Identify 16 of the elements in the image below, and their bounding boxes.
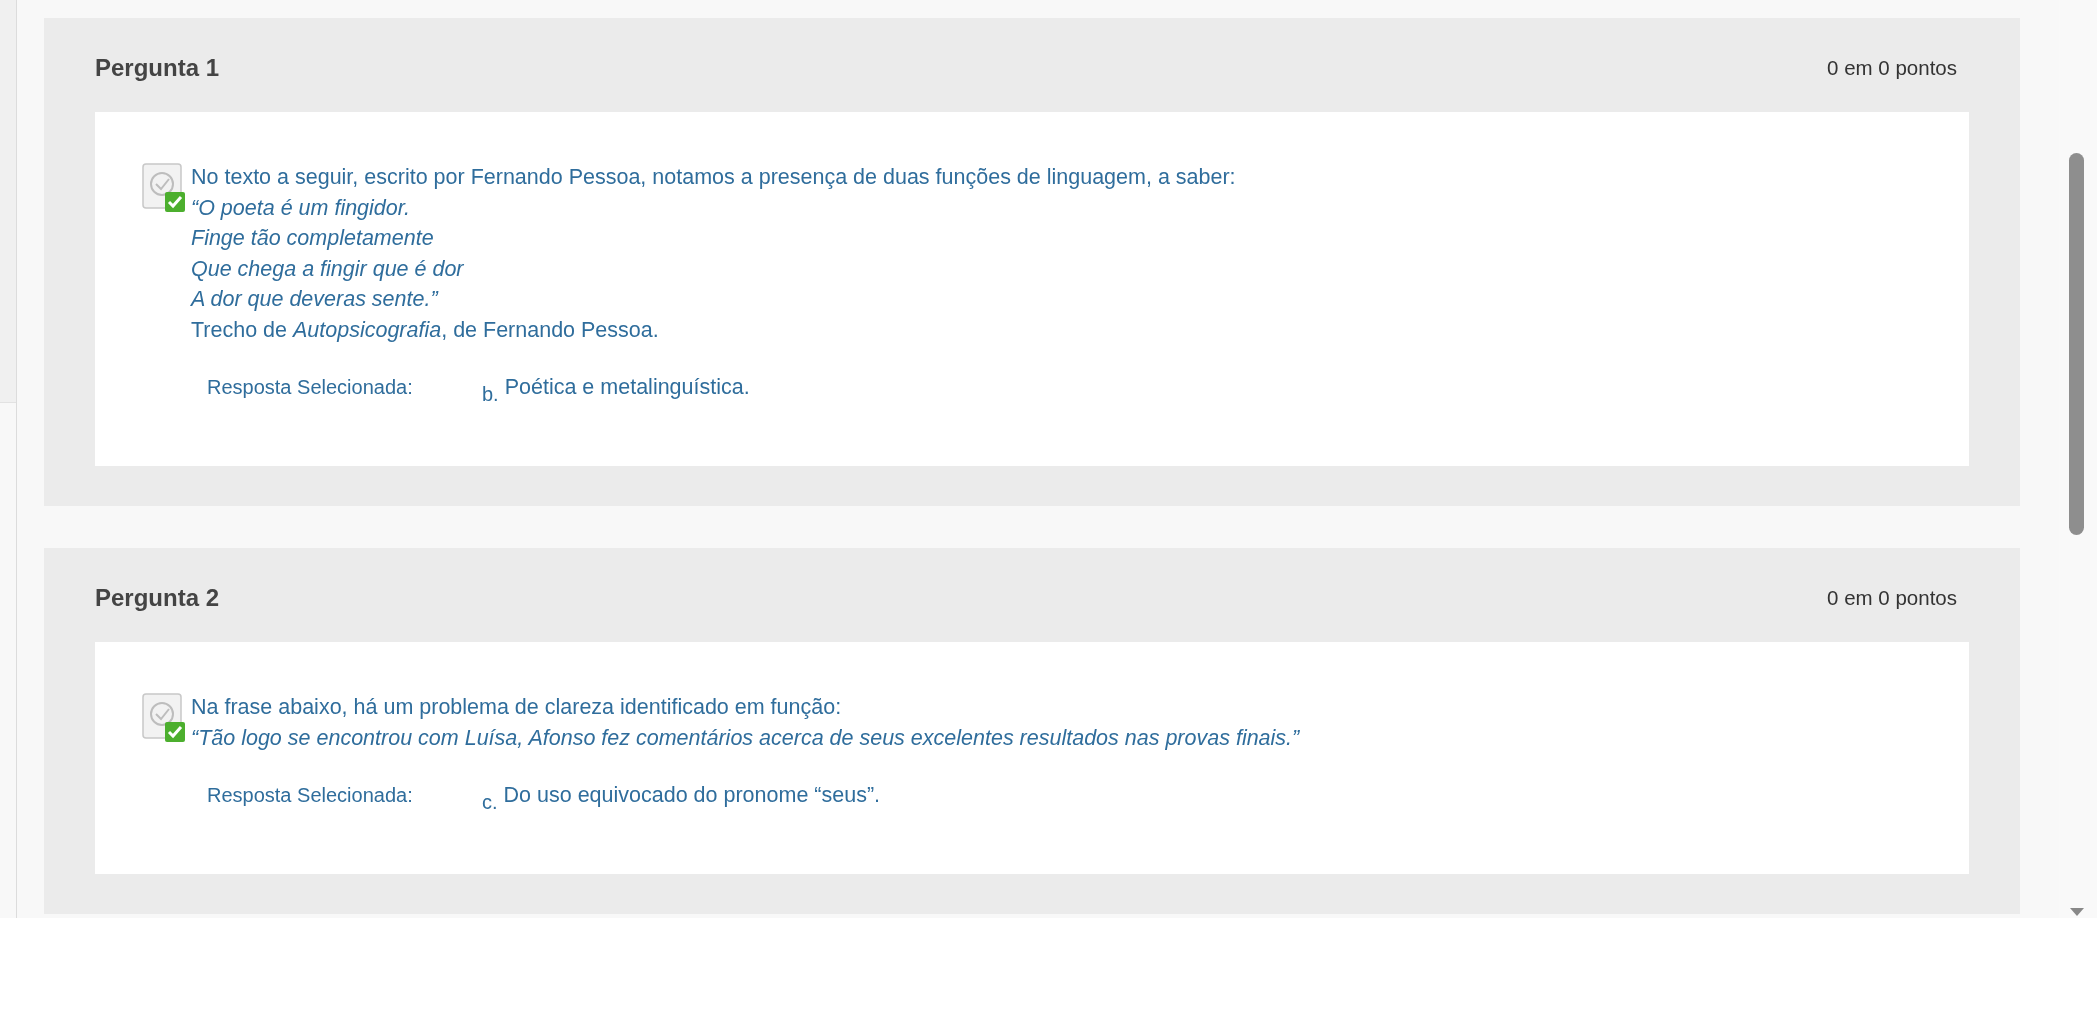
scroll-down-icon[interactable] (2070, 908, 2084, 916)
selected-answer: Do uso equivocado do pronome “seus”. (503, 783, 881, 808)
graded-correct-icon (141, 692, 187, 744)
answer-letter: b. (482, 383, 499, 406)
question-text: No texto a seguir, escrito por Fernando Pessoa, notamos a presença de duas funções de linguagem, a saber: “O poeta é um fingidor. Finge tão completamente Que chega a fingir que é dor A dor que deveras sente.” Trecho de Autopsicografia, de Fernando Pessoa. (191, 164, 1236, 344)
question-text: Na frase abaixo, há um problema de clareza identificado em função: “Tão logo se encontrou com Luísa, Afonso fez comentários acerca de seus excelentes resultados nas provas finais.” (191, 694, 1300, 752)
selected-answer: Poética e metalinguística. (504, 375, 750, 400)
graded-correct-icon (141, 162, 187, 214)
answer-label: Resposta Selecionada: (207, 784, 414, 807)
answer-label: Resposta Selecionada: (207, 376, 414, 399)
question-score: 0 em 0 pontos (1827, 56, 1957, 80)
question-title: Pergunta 1 (95, 54, 220, 82)
question-title: Pergunta 2 (95, 584, 220, 612)
scrollbar-thumb[interactable] (2069, 153, 2084, 535)
answer-letter: c. (482, 791, 498, 814)
question-score: 0 em 0 pontos (1827, 586, 1957, 610)
